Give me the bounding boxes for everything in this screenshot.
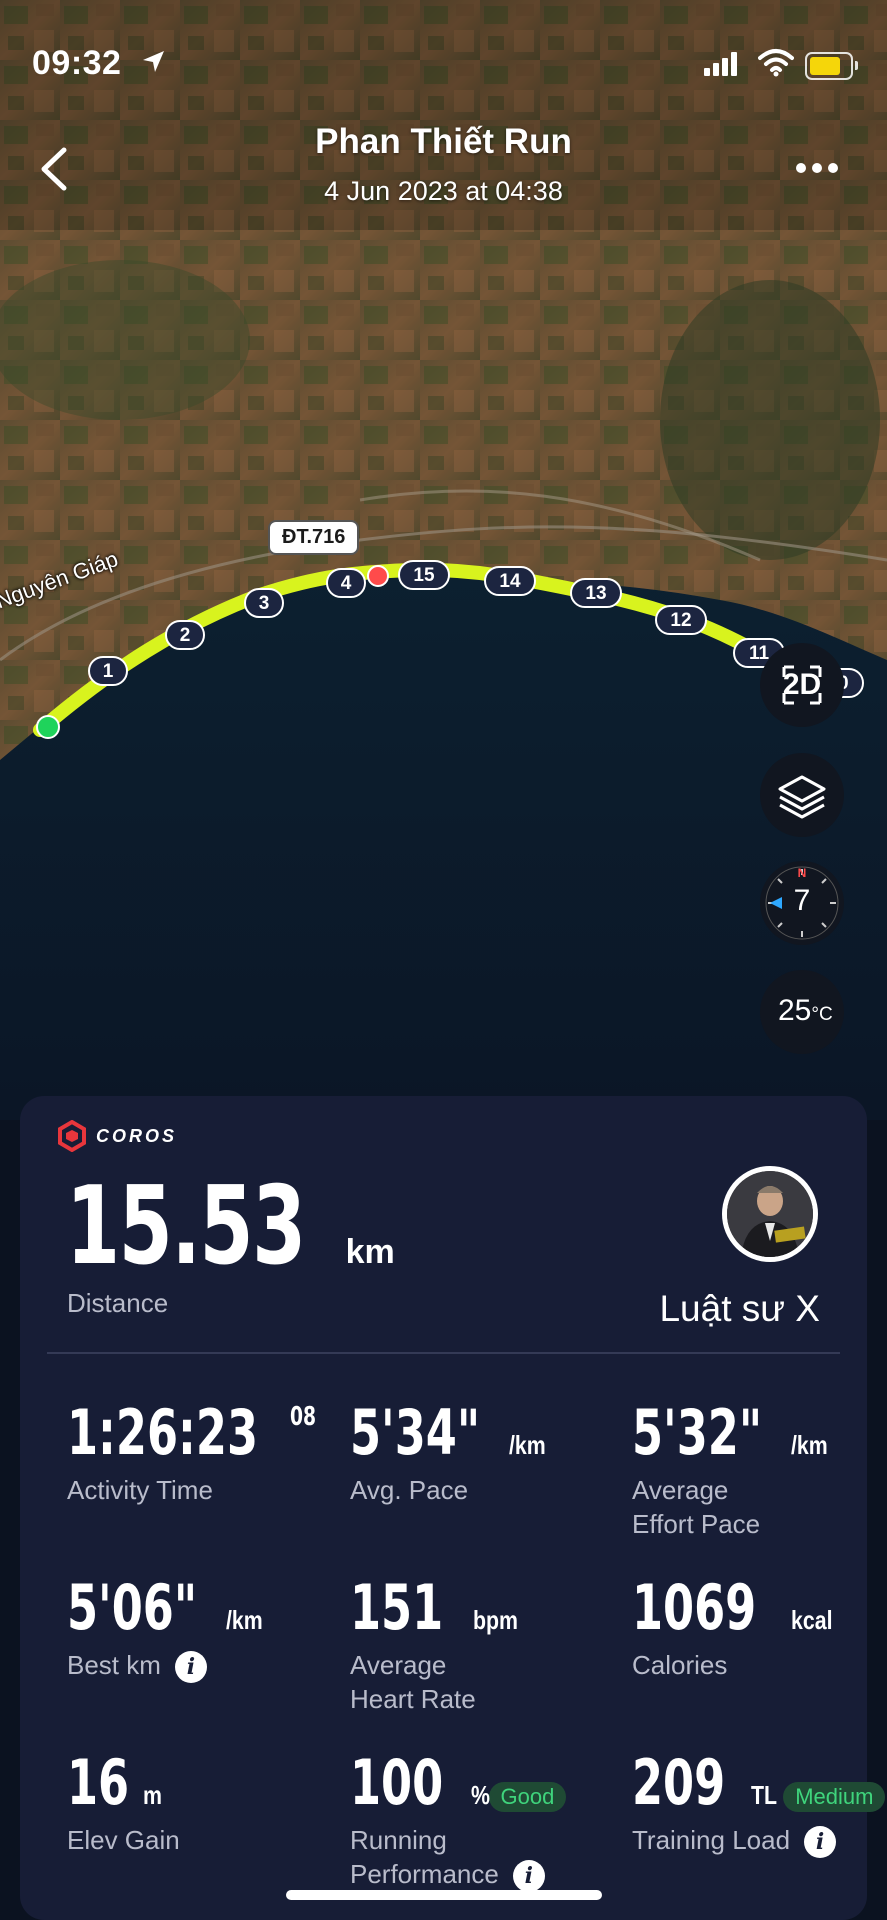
stat-activity-time: 1:26:23 08 Activity Time xyxy=(67,1396,347,1507)
activity-time-hundredths: 08 xyxy=(290,1402,317,1432)
avatar-image xyxy=(727,1171,813,1257)
distance-value: 15.53 xyxy=(66,1164,306,1289)
effort-pace-unit: /km xyxy=(790,1430,828,1460)
divider xyxy=(47,1352,840,1354)
calories-value: 1069 xyxy=(632,1571,757,1644)
stat-effort-pace: 5'32" /km Average Effort Pace xyxy=(632,1396,887,1541)
activity-date: 4 Jun 2023 at 04:38 xyxy=(324,176,563,206)
heart-rate-value: 151 xyxy=(350,1571,444,1644)
coros-brand-text: COROS xyxy=(96,1125,178,1146)
activity-time-label: Activity Time xyxy=(67,1475,213,1505)
avatar[interactable] xyxy=(722,1166,818,1262)
wifi-icon xyxy=(758,49,794,77)
coros-logo-icon xyxy=(58,1120,86,1152)
distance-value-group: 15.53 km xyxy=(66,1164,395,1289)
effort-pace-value: 5'32" xyxy=(632,1396,763,1469)
heart-rate-label-line1: Average xyxy=(350,1650,447,1680)
stat-running-performance: 100 % Good Running Performance i xyxy=(350,1746,630,1893)
best-km-label: Best km xyxy=(67,1650,161,1680)
distance-label: Distance xyxy=(67,1288,169,1318)
avg-pace-value: 5'34" xyxy=(350,1396,481,1469)
more-dots-icon xyxy=(796,163,806,173)
km-marker[interactable]: 13 xyxy=(570,578,622,608)
km-marker[interactable]: 1 xyxy=(88,656,128,686)
stat-avg-pace: 5'34" /km Avg. Pace xyxy=(350,1396,630,1507)
running-performance-badge: Good xyxy=(488,1782,567,1812)
avg-pace-label: Avg. Pace xyxy=(350,1475,469,1505)
km-marker[interactable]: 15 xyxy=(398,560,450,590)
training-load-value: 209 xyxy=(632,1746,726,1819)
layers-icon xyxy=(778,775,826,819)
more-options-button[interactable] xyxy=(796,160,852,180)
compass-north-label: N xyxy=(798,866,807,880)
view-mode-2d-button[interactable]: 2D xyxy=(760,643,844,727)
stat-heart-rate: 151 bpm Average Heart Rate xyxy=(350,1571,630,1716)
info-icon[interactable]: i xyxy=(512,1860,545,1893)
stat-calories: 1069 kcal Calories xyxy=(632,1571,887,1682)
training-load-label: Training Load xyxy=(632,1825,791,1855)
best-km-unit: /km xyxy=(225,1605,263,1635)
running-performance-unit: % xyxy=(471,1780,491,1810)
user-name: Luật sư X xyxy=(659,1288,820,1329)
route-map[interactable] xyxy=(0,0,887,1120)
cellular-signal-icon xyxy=(704,52,737,76)
home-indicator[interactable] xyxy=(286,1890,602,1900)
km-marker[interactable]: 4 xyxy=(326,568,366,598)
km-marker[interactable]: 3 xyxy=(244,588,284,618)
stat-best-km: 5'06" /km Best km i xyxy=(67,1571,347,1684)
more-dot xyxy=(828,163,838,173)
compass-value: 7 xyxy=(793,884,811,917)
start-marker xyxy=(36,715,60,739)
activity-title: Phan Thiết Run xyxy=(315,122,572,161)
more-dot xyxy=(812,163,822,173)
heart-rate-label-line2: Heart Rate xyxy=(350,1684,476,1714)
view-mode-label: 2D xyxy=(782,668,822,701)
temperature-unit: °C xyxy=(811,1004,833,1025)
calories-unit: kcal xyxy=(790,1605,833,1635)
status-bar: 09:32 xyxy=(0,0,887,110)
current-position-marker xyxy=(367,565,389,587)
info-icon[interactable]: i xyxy=(174,1651,207,1684)
stat-elev-gain: 16 m Elev Gain xyxy=(67,1746,347,1857)
coros-logo: COROS xyxy=(56,1120,177,1152)
activity-summary-card: COROS 15.53 km Distance Luật sư X 1:26:2… xyxy=(20,1096,886,1920)
road-label: ĐT.716 xyxy=(268,520,360,555)
calories-label: Calories xyxy=(632,1650,728,1680)
temperature-value: 25 xyxy=(778,994,812,1027)
running-performance-value: 100 xyxy=(350,1746,444,1819)
training-load-badge: Medium xyxy=(783,1782,886,1812)
km-marker[interactable]: 14 xyxy=(484,566,536,596)
elev-gain-label: Elev Gain xyxy=(67,1825,180,1855)
location-arrow-icon xyxy=(143,51,164,72)
running-performance-label-line2: Performance xyxy=(350,1859,499,1889)
km-marker[interactable]: 12 xyxy=(655,605,707,635)
heart-rate-unit: bpm xyxy=(473,1605,519,1635)
status-time: 09:32 xyxy=(32,44,122,82)
effort-pace-label-line1: Average xyxy=(632,1475,729,1505)
info-icon[interactable]: i xyxy=(804,1826,837,1859)
stat-training-load: 209 TL Medium Training Load i xyxy=(632,1746,887,1859)
elev-gain-value: 16 xyxy=(67,1746,130,1819)
training-load-unit: TL xyxy=(751,1780,778,1810)
compass-button[interactable]: N 7 xyxy=(760,861,844,945)
temperature-button[interactable]: 25°C xyxy=(760,970,844,1054)
effort-pace-label-line2: Effort Pace xyxy=(632,1509,761,1539)
running-performance-label-line1: Running xyxy=(350,1825,447,1855)
avg-pace-unit: /km xyxy=(508,1430,546,1460)
elev-gain-unit: m xyxy=(143,1780,163,1810)
best-km-value: 5'06" xyxy=(67,1571,198,1644)
map-layers-button[interactable] xyxy=(760,753,844,837)
battery-icon xyxy=(805,52,858,80)
activity-time-value: 1:26:23 xyxy=(67,1396,259,1469)
distance-unit: km xyxy=(345,1233,395,1271)
km-marker[interactable]: 2 xyxy=(165,620,205,650)
